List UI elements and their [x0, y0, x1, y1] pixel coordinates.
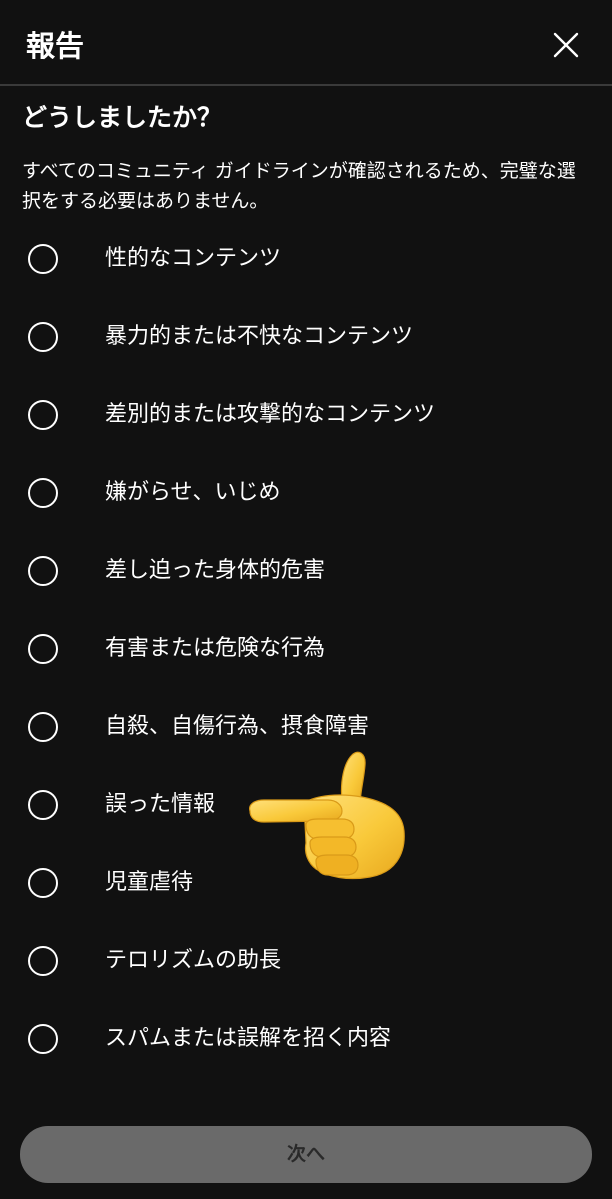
- option-dangerous-acts[interactable]: 有害または危険な行為: [0, 612, 612, 690]
- option-spam[interactable]: スパムまたは誤解を招く内容: [0, 1002, 612, 1080]
- radio-button[interactable]: [28, 556, 58, 586]
- option-hateful-content[interactable]: 差別的または攻撃的なコンテンツ: [0, 378, 612, 456]
- option-sexual-content[interactable]: 性的なコンテンツ: [0, 222, 612, 300]
- option-label: テロリズムの助長: [105, 948, 282, 973]
- page-title: 報告: [26, 29, 85, 63]
- radio-button[interactable]: [28, 1024, 58, 1054]
- option-label: 児童虐待: [105, 870, 194, 895]
- option-label: 暴力的または不快なコンテンツ: [105, 324, 414, 349]
- radio-button[interactable]: [28, 790, 58, 820]
- question-heading: どうしましたか？: [22, 103, 223, 132]
- next-button-label: 次へ: [286, 1143, 325, 1165]
- radio-button[interactable]: [28, 244, 58, 274]
- option-imminent-harm[interactable]: 差し迫った身体的危害: [0, 534, 612, 612]
- description-text: すべてのコミュニティ ガイドラインが確認されるため、完璧な選択をする必要はありま…: [22, 160, 576, 212]
- option-label: 性的なコンテンツ: [105, 246, 282, 271]
- option-label: 差別的または攻撃的なコンテンツ: [105, 402, 436, 427]
- option-label: 自殺、自傷行為、摂食障害: [105, 714, 370, 739]
- option-label: スパムまたは誤解を招く内容: [105, 1026, 392, 1051]
- radio-button[interactable]: [28, 946, 58, 976]
- radio-button[interactable]: [28, 868, 58, 898]
- next-button[interactable]: 次へ: [20, 1126, 592, 1183]
- radio-button[interactable]: [28, 634, 58, 664]
- option-label: 差し迫った身体的危害: [105, 558, 326, 583]
- option-terrorism[interactable]: テロリズムの助長: [0, 924, 612, 1002]
- option-label: 有害または危険な行為: [105, 636, 326, 661]
- close-icon[interactable]: [546, 27, 586, 67]
- option-label: 誤った情報: [105, 792, 216, 817]
- radio-button[interactable]: [28, 322, 58, 352]
- option-violent-content[interactable]: 暴力的または不快なコンテンツ: [0, 300, 612, 378]
- option-harassment[interactable]: 嫌がらせ、いじめ: [0, 456, 612, 534]
- header-bar: 報告: [0, 0, 612, 86]
- pointing-left-hand-icon: [244, 745, 408, 885]
- option-label: 嫌がらせ、いじめ: [105, 480, 281, 505]
- radio-button[interactable]: [28, 478, 58, 508]
- radio-button[interactable]: [28, 400, 58, 430]
- radio-button[interactable]: [28, 712, 58, 742]
